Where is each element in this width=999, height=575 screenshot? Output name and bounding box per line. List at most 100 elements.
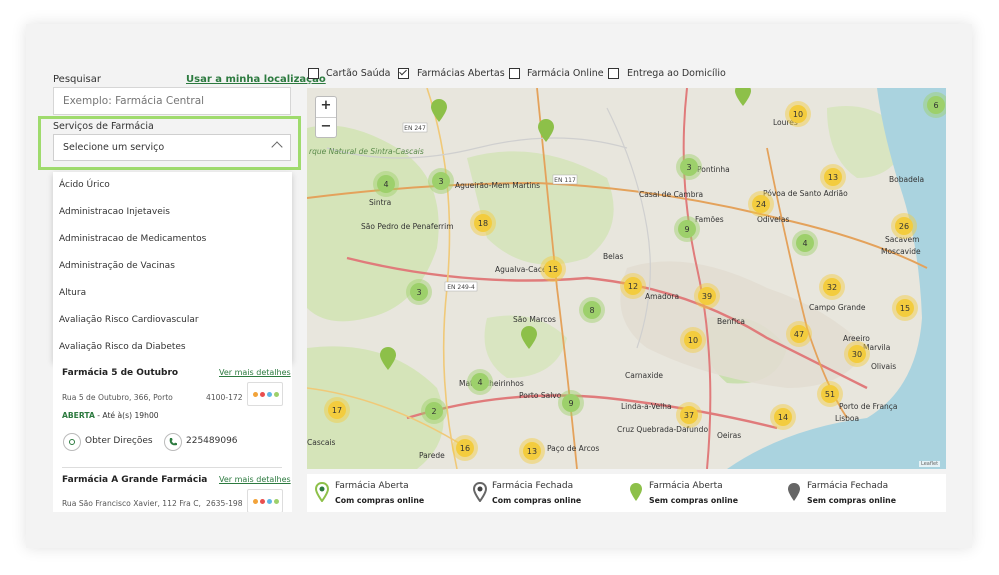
pharmacy-cluster[interactable]: 3 [406, 279, 432, 305]
pharmacy-cluster[interactable]: 13 [519, 438, 545, 464]
pharmacy-cluster[interactable]: 24 [748, 191, 774, 217]
services-option[interactable]: Avaliação Risco da Diabetes [53, 334, 292, 361]
pharmacy-cluster[interactable]: 39 [694, 283, 720, 309]
place-label: Linda-a-Velha [621, 402, 672, 411]
open-status: ABERTA [62, 411, 95, 420]
pin-closed-online-icon [473, 482, 487, 502]
result-name: Farmácia A Grande Farmácia [62, 475, 208, 485]
place-label: Campo Grande [809, 303, 866, 312]
pharmacy-cluster[interactable]: 37 [676, 402, 702, 428]
details-link[interactable]: Ver mais detalhes [219, 368, 291, 377]
services-option[interactable]: Administracao Injetaveis [53, 199, 292, 226]
place-label: Porto Salvo [519, 391, 562, 400]
place-label: São Pedro de Penaferrim [361, 222, 454, 231]
pharmacy-cluster[interactable]: 9 [558, 390, 584, 416]
pharmacy-cluster[interactable]: 10 [785, 101, 811, 127]
place-label: Amadora [645, 292, 679, 301]
place-label: Famões [695, 215, 724, 224]
map-legend: Farmácia Aberta Com compras online Farmá… [307, 474, 946, 512]
services-option[interactable]: Ácido Úrico [53, 172, 292, 199]
result-status: ABERTA - Até à(s) 19h00 [62, 411, 159, 420]
place-label: São Marcos [513, 315, 556, 324]
cluster-count: 24 [756, 200, 766, 209]
filter-label[interactable]: Entrega ao Domicílio [627, 68, 726, 79]
park-label: rque Natural de Sintra-Cascais [309, 147, 424, 156]
pharmacy-cluster[interactable]: 17 [324, 397, 350, 423]
filter-label[interactable]: Farmácia Online [527, 68, 604, 79]
filter-checkbox[interactable] [608, 68, 619, 79]
pharmacy-cluster[interactable]: 3 [428, 168, 454, 194]
services-logo-icon [247, 382, 283, 406]
pharmacy-cluster[interactable]: 26 [891, 213, 917, 239]
cluster-count: 3 [686, 163, 691, 172]
pin-open-icon [630, 483, 642, 501]
phone-icon[interactable] [164, 433, 182, 451]
map-canvas[interactable]: EN 247 EN 117 EN 249-4 rque Natural de S… [307, 88, 946, 469]
directions-icon[interactable] [63, 433, 81, 451]
filter-checkbox[interactable] [398, 68, 409, 79]
services-option[interactable]: Administração de Vacinas [53, 253, 292, 280]
cluster-count: 9 [568, 399, 573, 408]
cluster-count: 4 [802, 239, 807, 248]
pharmacy-cluster[interactable]: 15 [540, 256, 566, 282]
zoom-out-button[interactable]: − [316, 118, 336, 138]
cluster-count: 6 [933, 101, 938, 110]
pharmacy-cluster[interactable]: 4 [467, 369, 493, 395]
pin-open-online-icon [315, 482, 329, 502]
cluster-count: 51 [825, 390, 835, 399]
pharmacy-cluster[interactable]: 47 [786, 321, 812, 347]
services-option[interactable]: Administracao de Medicamentos [53, 226, 292, 253]
services-dropdown: Ácido Úrico Administracao Injetaveis Adm… [53, 172, 292, 362]
pharmacy-cluster[interactable]: 10 [680, 327, 706, 353]
legend-subtitle: Sem compras online [649, 496, 738, 505]
filter-label[interactable]: Farmácias Abertas [417, 68, 505, 79]
pharmacy-map[interactable]: EN 247 EN 117 EN 249-4 rque Natural de S… [307, 88, 946, 469]
cluster-count: 3 [416, 288, 421, 297]
zoom-in-button[interactable]: + [316, 97, 336, 118]
result-address: Rua São Francisco Xavier, 112 Fra C, [62, 499, 201, 508]
cluster-count: 37 [684, 411, 694, 420]
result-name: Farmácia 5 de Outubro [62, 368, 179, 378]
zoom-control: + − [315, 96, 337, 138]
phone-number[interactable]: 225489096 [186, 436, 238, 446]
cluster-count: 4 [383, 180, 388, 189]
svg-text:EN 117: EN 117 [554, 177, 576, 184]
place-label: Póvoa de Santo Adrião [763, 189, 848, 198]
services-select-value: Selecione um serviço [63, 142, 165, 153]
services-option[interactable]: Avaliação Risco Cardiovascular [53, 307, 292, 334]
pharmacy-cluster[interactable]: 13 [820, 164, 846, 190]
services-option[interactable]: Altura [53, 280, 292, 307]
pharmacy-cluster[interactable]: 51 [817, 381, 843, 407]
cluster-count: 12 [628, 282, 638, 291]
filter-checkbox[interactable] [509, 68, 520, 79]
pharmacy-cluster[interactable]: 4 [373, 171, 399, 197]
map-attribution[interactable]: Leaflet [919, 461, 941, 467]
pharmacy-cluster[interactable]: 14 [770, 404, 796, 430]
filter-checkbox[interactable] [308, 68, 319, 79]
cluster-count: 8 [589, 306, 594, 315]
pharmacy-cluster[interactable]: 12 [620, 273, 646, 299]
pharmacy-cluster[interactable]: 8 [579, 297, 605, 323]
services-label: Serviços de Farmácia [53, 121, 154, 132]
pharmacy-cluster[interactable]: 32 [819, 274, 845, 300]
place-label: Olivais [871, 362, 896, 371]
pharmacy-cluster[interactable]: 4 [792, 230, 818, 256]
pharmacy-cluster[interactable]: 16 [452, 435, 478, 461]
details-link[interactable]: Ver mais detalhes [219, 475, 291, 484]
pharmacy-cluster[interactable]: 30 [844, 341, 870, 367]
cluster-count: 17 [332, 406, 342, 415]
filter-label[interactable]: Cartão Saúda [326, 68, 390, 79]
services-select[interactable]: Selecione um serviço [53, 134, 291, 161]
pharmacy-cluster[interactable]: 9 [674, 216, 700, 242]
pharmacy-cluster[interactable]: 3 [676, 154, 702, 180]
cluster-count: 18 [478, 219, 488, 228]
cluster-count: 4 [477, 378, 482, 387]
use-location-link[interactable]: Usar a minha localização [186, 74, 326, 85]
search-input[interactable] [53, 87, 291, 115]
chevron-up-icon [271, 141, 283, 153]
pharmacy-cluster[interactable]: 18 [470, 210, 496, 236]
directions-link[interactable]: Obter Direções [85, 436, 153, 446]
road-label: EN 249-4 [444, 281, 478, 292]
pharmacy-cluster[interactable]: 2 [421, 398, 447, 424]
pharmacy-cluster[interactable]: 15 [892, 295, 918, 321]
